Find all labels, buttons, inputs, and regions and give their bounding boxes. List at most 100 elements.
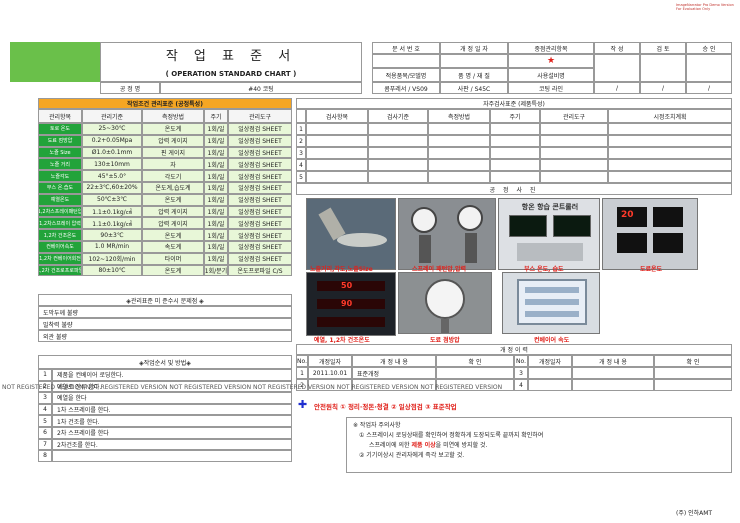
self-check-cell [540, 159, 608, 171]
condition-cell: 일상점검 SHEET [228, 158, 292, 171]
temp-digit-display: 20 [621, 210, 634, 220]
approval-approve: 승 인 [686, 42, 732, 54]
approval-box [594, 54, 640, 82]
self-check-row-number: 5 [296, 171, 306, 183]
dry-temp-digit: 90 [341, 299, 353, 308]
history-cell: 1 [296, 367, 308, 379]
condition-cell: 80±10℃ [82, 264, 142, 277]
self-check-cell [428, 171, 490, 183]
applied-model-label: 적용품목/모델명 [372, 68, 440, 82]
equipment-value: 코팅 라인 [508, 82, 594, 94]
key-item-star: ★ [508, 54, 594, 68]
conditions-header-cell: 관리도구 [228, 109, 292, 123]
applied-model-value: 콤푸레서 / VS09 [372, 82, 440, 94]
notes-line: 스프레이에 의한 제품 이상을 미연에 방지할 것. [353, 441, 725, 451]
doc-no-value [372, 54, 440, 68]
procedure-step-text: 1차 스프레이를 한다. [52, 403, 292, 416]
condition-cell: 일상점검 SHEET [228, 252, 292, 265]
self-check-row-number: 4 [296, 159, 306, 171]
condition-cell: 일상점검 SHEET [228, 123, 292, 135]
procedure-step-number: 3 [38, 392, 52, 404]
condition-cell: 102~120회/min [82, 252, 142, 265]
photo-caption: 예열, 1,2차 건조온도 [314, 337, 370, 344]
history-header-cell: 개정일자 [308, 355, 352, 367]
corner-note-line: For Evaluation Only [676, 7, 711, 11]
history-cell [436, 367, 514, 379]
approval-write: 작 성 [594, 42, 640, 54]
conditions-title: 작업조건 관리표준 (공정특성) [38, 98, 292, 109]
photo-paint-temp: 20 [602, 198, 698, 270]
condition-item: 1,2차스프레이패턴압 [38, 205, 82, 218]
conveyor-screen-row [525, 311, 579, 317]
dry-temp-digit: 50 [341, 281, 353, 290]
self-check-cell [306, 159, 368, 171]
condition-item: 부스 온.습도 [38, 182, 82, 194]
worker-notes: ※ 작업자 주의사항 ① 스프레이시 로딩상태를 확인하여 정확하게 도장되도록… [346, 417, 732, 473]
conveyor-screen-row [525, 299, 579, 305]
part-material-value: 사판 / S45C [440, 82, 508, 94]
self-check-cell [490, 159, 540, 171]
history-cell [528, 379, 572, 391]
condition-cell: 1회/일 [204, 229, 228, 241]
procedure-step-text: 제품을 컨베이어 로딩한다. [52, 369, 292, 381]
condition-cell: 온도계 [142, 193, 204, 206]
condition-item: 1,2차 건조로프로파일 [38, 264, 82, 277]
self-check-cell [306, 123, 368, 135]
gauge-icon [411, 207, 437, 233]
self-check-cell [540, 123, 608, 135]
condition-cell: 온도계 [142, 123, 204, 135]
history-cell: 2011.10.01 [308, 367, 352, 379]
procedure-step-text: 2차 스프레이를 한다 [52, 427, 292, 439]
equipment-label: 사용설비명 [508, 68, 594, 82]
history-cell [572, 367, 654, 379]
condition-cell: 25~30℃ [82, 123, 142, 135]
process-value: #40 코팅 [160, 82, 362, 94]
condition-item: 1,2차 건조온도 [38, 229, 82, 241]
condition-cell: 1회/일 [204, 252, 228, 265]
procedure-step-number: 1 [38, 369, 52, 381]
document-subtitle: ( OPERATION STANDARD CHART ) [100, 66, 362, 82]
condition-cell: 1회/일 [204, 182, 228, 194]
self-check-cell [490, 135, 540, 147]
history-cell [528, 367, 572, 379]
self-check-cell [540, 171, 608, 183]
dry-temp-display [317, 317, 385, 327]
approval-review: 검 토 [640, 42, 686, 54]
history-cell [654, 367, 732, 379]
self-check-cell [540, 147, 608, 159]
history-title: 개 정 이 력 [296, 344, 732, 355]
condition-item: 노즐각도 [38, 170, 82, 182]
controller-screen [509, 215, 547, 237]
gauge-icon [425, 279, 465, 319]
controller-screen [553, 215, 591, 237]
temp-controller [653, 207, 683, 227]
doc-no-label: 문 서 번 호 [372, 42, 440, 54]
controller-keypad [517, 243, 583, 261]
history-header-cell: 개 정 내 용 [572, 355, 654, 367]
history-cell: 표준개정 [352, 367, 436, 379]
photo-caption: 도료온도 [640, 266, 663, 273]
condition-cell: 1.0 MR/min [82, 241, 142, 253]
self-check-cell [490, 147, 540, 159]
nozzle-body [318, 207, 346, 241]
condition-cell: 일상점검 SHEET [228, 193, 292, 206]
notes-text: 을 미연에 방지할 것. [435, 442, 488, 449]
approval-slash: / [594, 82, 640, 94]
photo-paint-pressure [398, 272, 492, 334]
controller-panel-text: 항온 항습 콘트롤러 [521, 203, 579, 211]
watermark: NOT REGISTERED VERSION NOT REGISTERED VE… [2, 384, 503, 391]
safety-text: 안전원칙 ① 정리·정돈·청결 ② 일상점검 ③ 표준작업 [314, 403, 457, 411]
nozzle-disc [337, 233, 387, 247]
regulator-body [419, 235, 431, 263]
condition-cell: 1회/일 [204, 146, 228, 159]
condition-cell: 50℃±3℃ [82, 193, 142, 206]
condition-cell: 압력 게이지 [142, 217, 204, 230]
history-header-cell: 개정일자 [528, 355, 572, 367]
condition-item: 컨베이어속도 [38, 241, 82, 253]
photo-section-title: 공 정 사 진 [296, 183, 732, 195]
self-check-row-number: 3 [296, 147, 306, 159]
self-check-cell [368, 159, 428, 171]
procedure-step-text: 1차 건조를 한다. [52, 415, 292, 427]
photo-conveyor-speed [502, 272, 600, 334]
problem-item: 도막두께 불량 [38, 306, 292, 318]
